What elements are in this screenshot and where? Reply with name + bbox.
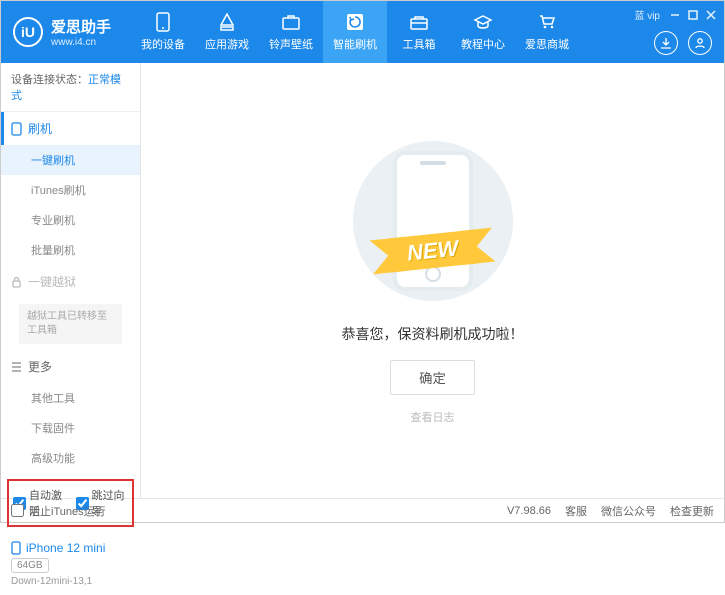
phone-icon [153, 12, 173, 32]
lock-icon [11, 276, 22, 288]
cart-icon [537, 12, 557, 32]
briefcase-icon [281, 12, 301, 32]
logo-area: iU 爱思助手 www.i4.cn [1, 16, 131, 48]
block-itunes-input[interactable] [11, 504, 24, 517]
nav-ringtones[interactable]: 铃声壁纸 [259, 1, 323, 63]
refresh-icon [345, 12, 365, 32]
nav-label: 智能刷机 [333, 36, 377, 52]
close-icon[interactable] [706, 10, 716, 20]
nav-label: 铃声壁纸 [269, 36, 313, 52]
nav-label: 我的设备 [141, 36, 185, 52]
app-header: iU 爱思助手 www.i4.cn 我的设备 应用游戏 铃声壁纸 智能刷机 工具… [1, 1, 724, 63]
update-link[interactable]: 检查更新 [670, 503, 714, 519]
sidebar-item-pro-flash[interactable]: 专业刷机 [1, 205, 140, 235]
version-label: V7.98.66 [507, 505, 551, 517]
nav-label: 工具箱 [403, 36, 436, 52]
maximize-icon[interactable] [688, 10, 698, 20]
nav-store[interactable]: 爱思商城 [515, 1, 579, 63]
device-name: iPhone 12 mini [26, 541, 105, 555]
window-controls: 蓝 vip [634, 7, 716, 22]
success-illustration: NEW [333, 136, 533, 306]
sidebar-item-advanced[interactable]: 高级功能 [1, 443, 140, 473]
nav-apps[interactable]: 应用游戏 [195, 1, 259, 63]
device-name-row[interactable]: iPhone 12 mini [11, 541, 130, 555]
sidebar-item-oneclick-flash[interactable]: 一键刷机 [1, 145, 140, 175]
section-jailbreak[interactable]: 一键越狱 [1, 265, 140, 298]
menu-icon [11, 362, 22, 372]
phone-icon [11, 122, 22, 136]
nav-label: 应用游戏 [205, 36, 249, 52]
wechat-link[interactable]: 微信公众号 [601, 503, 656, 519]
block-itunes-checkbox[interactable]: 阻止iTunes运行 [11, 503, 106, 519]
nav-label: 教程中心 [461, 36, 505, 52]
section-flash[interactable]: 刷机 [1, 112, 140, 145]
section-title: 更多 [28, 358, 52, 375]
success-message: 恭喜您，保资料刷机成功啦！ [342, 324, 524, 344]
sidebar-item-itunes-flash[interactable]: iTunes刷机 [1, 175, 140, 205]
app-name: 爱思助手 [51, 16, 111, 37]
sidebar: 设备连接状态：正常模式 刷机 一键刷机 iTunes刷机 专业刷机 批量刷机 一… [1, 63, 141, 498]
view-log-link[interactable]: 查看日志 [411, 409, 455, 425]
minimize-icon[interactable] [670, 10, 680, 20]
sidebar-item-batch-flash[interactable]: 批量刷机 [1, 235, 140, 265]
user-button[interactable] [688, 31, 712, 55]
main-content: NEW 恭喜您，保资料刷机成功啦！ 确定 查看日志 [141, 63, 724, 498]
app-logo-icon: iU [13, 17, 43, 47]
nav-tutorials[interactable]: 教程中心 [451, 1, 515, 63]
device-phone-icon [11, 541, 21, 555]
section-title: 刷机 [28, 120, 52, 137]
app-url: www.i4.cn [51, 37, 111, 48]
download-button[interactable] [654, 31, 678, 55]
jailbreak-note: 越狱工具已转移至工具箱 [19, 304, 122, 344]
toolbox-icon [409, 12, 429, 32]
device-model: Down-12mini-13,1 [11, 576, 130, 587]
nav-flash[interactable]: 智能刷机 [323, 1, 387, 63]
nav-toolbox[interactable]: 工具箱 [387, 1, 451, 63]
section-more[interactable]: 更多 [1, 350, 140, 383]
sidebar-item-download-fw[interactable]: 下载固件 [1, 413, 140, 443]
vip-label[interactable]: 蓝 vip [634, 7, 660, 22]
confirm-button[interactable]: 确定 [390, 360, 475, 395]
sidebar-item-other-tools[interactable]: 其他工具 [1, 383, 140, 413]
nav-my-device[interactable]: 我的设备 [131, 1, 195, 63]
section-title: 一键越狱 [28, 273, 76, 290]
support-link[interactable]: 客服 [565, 503, 587, 519]
nav-label: 爱思商城 [525, 36, 569, 52]
device-storage: 64GB [11, 558, 49, 573]
device-section: iPhone 12 mini 64GB Down-12mini-13,1 [1, 533, 140, 595]
graduation-icon [473, 12, 493, 32]
connection-status: 设备连接状态：正常模式 [1, 63, 140, 112]
apps-icon [217, 12, 237, 32]
status-label: 设备连接状态： [11, 74, 88, 86]
